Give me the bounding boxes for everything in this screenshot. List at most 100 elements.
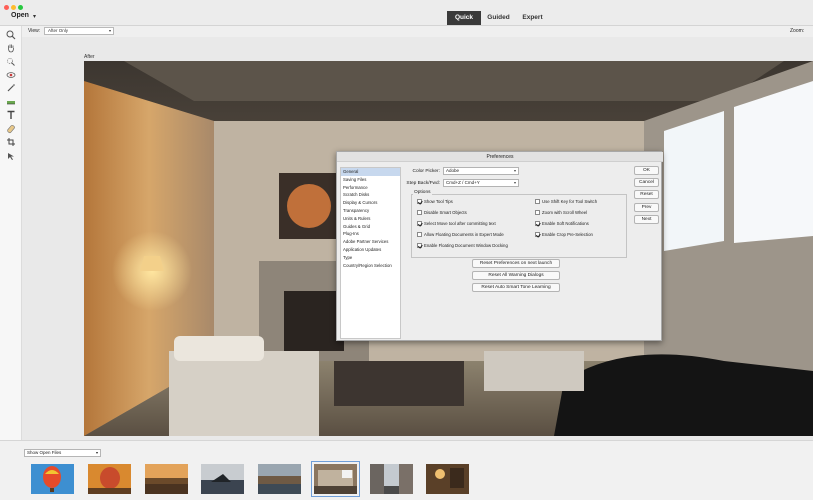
thumbnail-city-river[interactable] <box>258 464 301 494</box>
checkbox-label: Zoom with Scroll Wheel <box>542 210 588 215</box>
quick-selection-icon[interactable] <box>4 56 18 68</box>
checkbox-label: Enable Floating Document Window Docking <box>424 243 508 248</box>
photoshop-elements-window: Open ▾ Quick Guided Expert View: After O… <box>0 0 813 500</box>
checkbox-allow-floating-documents[interactable]: Allow Floating Documents in Expert Mode <box>417 232 504 237</box>
after-label: After <box>84 54 95 60</box>
chevron-down-icon: ▾ <box>513 168 516 173</box>
checkbox-enable-floating-docking[interactable]: Enable Floating Document Window Docking <box>417 243 508 248</box>
thumbnail-landscape[interactable] <box>145 464 188 494</box>
category-general[interactable]: General <box>341 168 400 176</box>
view-label: View: <box>28 28 41 34</box>
spot-healing-icon[interactable] <box>4 123 18 135</box>
reset-preferences-button[interactable]: Reset Preferences on next launch <box>472 259 560 268</box>
checkbox-box[interactable] <box>417 232 422 237</box>
checkbox-box[interactable] <box>417 210 422 215</box>
next-button[interactable]: Next <box>634 215 659 224</box>
category-saving-files[interactable]: Saving Files <box>341 176 400 184</box>
checkbox-show-tool-tips[interactable]: Show Tool Tips <box>417 199 453 204</box>
reset-warning-dialogs-button[interactable]: Reset All Warning Dialogs <box>472 271 560 280</box>
title-bar: Open ▾ Quick Guided Expert <box>0 0 813 26</box>
category-display-cursors[interactable]: Display & Cursors <box>341 199 400 207</box>
tools-panel <box>0 26 22 446</box>
options-legend: Options <box>413 190 432 195</box>
checkbox-label: Show Tool Tips <box>424 199 453 204</box>
close-window-button[interactable] <box>4 5 9 10</box>
checkbox-box[interactable] <box>535 199 540 204</box>
thumbnail-living-room[interactable] <box>311 461 360 497</box>
reset-smart-tone-button[interactable]: Reset Auto Smart Tone Learning <box>472 283 560 292</box>
prev-button[interactable]: Prev <box>634 203 659 212</box>
thumbnail-seascape[interactable] <box>201 464 244 494</box>
color-picker-label: Color Picker: <box>412 169 440 174</box>
tool-options-bar: View: After Only ▾ Zoom: <box>22 26 813 37</box>
step-back-fwd-value: Cmd+Z / Cmd+Y <box>446 180 480 185</box>
checkbox-box[interactable] <box>417 243 422 248</box>
category-performance[interactable]: Performance <box>341 184 400 192</box>
view-select-value: After Only <box>48 28 69 33</box>
hand-icon[interactable] <box>4 42 18 54</box>
checkbox-box[interactable] <box>535 210 540 215</box>
category-adobe-partner-services[interactable]: Adobe Partner Services <box>341 238 400 246</box>
reset-button[interactable]: Reset <box>634 190 659 199</box>
type-icon[interactable] <box>4 109 18 121</box>
category-guides-grid[interactable]: Guides & Grid <box>341 223 400 231</box>
step-back-fwd-select[interactable]: Cmd+Z / Cmd+Y ▾ <box>443 179 519 187</box>
category-application-updates[interactable]: Application Updates <box>341 246 400 254</box>
checkbox-label: Allow Floating Documents in Expert Mode <box>424 232 504 237</box>
minimize-window-button[interactable] <box>11 5 16 10</box>
preferences-dialog: Preferences General Saving Files Perform… <box>336 151 663 341</box>
straighten-icon[interactable] <box>4 96 18 108</box>
red-eye-icon[interactable] <box>4 69 18 81</box>
tab-expert[interactable]: Expert <box>516 11 549 25</box>
open-dropdown-icon[interactable]: ▾ <box>33 13 36 20</box>
tab-guided[interactable]: Guided <box>481 11 516 25</box>
category-units-rulers[interactable]: Units & Rulers <box>341 215 400 223</box>
checkbox-box[interactable] <box>417 199 422 204</box>
category-list: General Saving Files Performance Scratch… <box>340 167 401 339</box>
category-country-region[interactable]: Country/Region Selection <box>341 262 400 270</box>
checkbox-label: Use Shift Key for Tool Switch <box>542 199 598 204</box>
checkbox-shift-key-tool-switch[interactable]: Use Shift Key for Tool Switch <box>535 199 597 204</box>
checkbox-crop-pre-selection[interactable]: Enable Crop Pre-Selection <box>535 232 593 237</box>
zoom-window-button[interactable] <box>18 5 23 10</box>
whiten-teeth-icon[interactable] <box>4 82 18 94</box>
checkbox-zoom-scroll-wheel[interactable]: Zoom with Scroll Wheel <box>535 210 587 215</box>
checkbox-soft-notifications[interactable]: Enable Soft Notifications <box>535 221 589 226</box>
chevron-down-icon: ▾ <box>108 28 111 33</box>
show-open-files-value: Show Open Files <box>27 450 62 455</box>
category-type[interactable]: Type <box>341 254 400 262</box>
color-picker-select[interactable]: Adobe ▾ <box>443 167 519 175</box>
dialog-title: Preferences <box>337 152 663 162</box>
checkbox-label: Select Move tool after committing text <box>424 221 496 226</box>
zoom-icon[interactable] <box>4 29 18 41</box>
move-icon[interactable] <box>4 150 18 162</box>
checkbox-select-move-tool[interactable]: Select Move tool after committing text <box>417 221 496 226</box>
checkbox-label: Disable Smart Objects <box>424 210 467 215</box>
checkbox-box[interactable] <box>417 221 422 226</box>
checkbox-disable-smart-objects[interactable]: Disable Smart Objects <box>417 210 467 215</box>
chevron-down-icon: ▾ <box>95 450 98 455</box>
thumbnail-hot-air-balloon[interactable] <box>31 464 74 494</box>
checkbox-label: Enable Soft Notifications <box>542 221 589 226</box>
photo-bin: Show Open Files ▾ <box>0 440 813 500</box>
open-button[interactable]: Open <box>11 12 29 19</box>
thumbnail-street[interactable] <box>370 464 413 494</box>
category-plug-ins[interactable]: Plug-Ins <box>341 230 400 238</box>
thumbnail-balloon-sunset[interactable] <box>88 464 131 494</box>
show-open-files-select[interactable]: Show Open Files ▾ <box>24 449 101 457</box>
checkbox-box[interactable] <box>535 221 540 226</box>
zoom-label: Zoom: <box>790 28 805 34</box>
tab-quick[interactable]: Quick <box>447 11 481 25</box>
step-back-fwd-label: Step Back/Fwd: <box>406 181 440 186</box>
category-scratch-disks[interactable]: Scratch Disks <box>341 191 400 199</box>
thumbnail-bar-interior[interactable] <box>426 464 469 494</box>
crop-icon[interactable] <box>4 136 18 148</box>
mode-tabs: Quick Guided Expert <box>447 11 549 25</box>
view-select[interactable]: After Only ▾ <box>44 27 114 35</box>
cancel-button[interactable]: Cancel <box>634 178 659 187</box>
ok-button[interactable]: OK <box>634 166 659 175</box>
checkbox-box[interactable] <box>535 232 540 237</box>
category-transparency[interactable]: Transparency <box>341 207 400 215</box>
chevron-down-icon: ▾ <box>513 180 516 185</box>
checkbox-label: Enable Crop Pre-Selection <box>542 232 593 237</box>
